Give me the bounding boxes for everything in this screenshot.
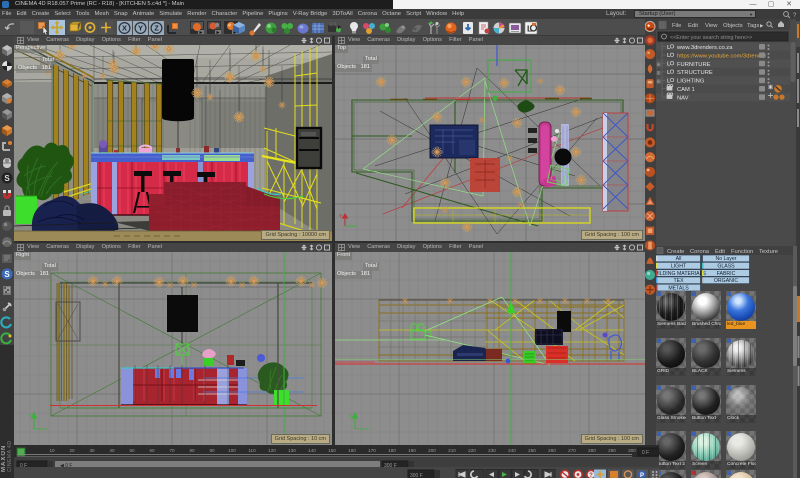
svg-text:Objects: Objects — [723, 23, 743, 29]
svg-text:GLASS: GLASS — [717, 264, 735, 270]
svg-text:210: 210 — [448, 448, 456, 453]
svg-text:150: 150 — [328, 448, 336, 453]
svg-text:Z: Z — [154, 24, 159, 33]
svg-text:LIGHTING: LIGHTING — [677, 79, 705, 85]
svg-text:Tags: Tags — [747, 23, 759, 29]
svg-text:30: 30 — [89, 448, 95, 453]
svg-text:160: 160 — [348, 448, 356, 453]
svg-text:CAM 1: CAM 1 — [677, 87, 695, 93]
svg-text:270: 270 — [568, 448, 576, 453]
svg-text:10: 10 — [49, 448, 55, 453]
svg-text:100: 100 — [228, 448, 236, 453]
svg-text:80: 80 — [189, 448, 195, 453]
svg-text:Edit: Edit — [688, 23, 698, 29]
svg-text:20: 20 — [69, 448, 75, 453]
svg-text:280: 280 — [588, 448, 596, 453]
svg-text:⊞: ⊞ — [657, 70, 661, 76]
svg-text:Edit: Edit — [715, 249, 725, 255]
svg-text:NAV: NAV — [677, 95, 689, 101]
svg-text:120: 120 — [268, 448, 276, 453]
svg-text:0 F: 0 F — [642, 450, 649, 456]
svg-text:Y: Y — [138, 24, 143, 33]
svg-text:300 F: 300 F — [410, 473, 423, 478]
svg-text:All: All — [676, 256, 682, 262]
svg-text:250: 250 — [528, 448, 536, 453]
svg-text:Create: Create — [667, 249, 684, 255]
svg-text:Texture: Texture — [759, 249, 778, 255]
svg-text:LIGHT: LIGHT — [671, 264, 687, 270]
svg-text:File: File — [672, 23, 681, 29]
svg-text:FURNITURE: FURNITURE — [677, 62, 711, 68]
svg-text:▶: ▶ — [760, 23, 764, 28]
svg-text:X: X — [122, 24, 127, 33]
svg-text:290: 290 — [608, 448, 616, 453]
svg-text:⊞: ⊞ — [657, 79, 661, 85]
svg-text:STRUCTURE: STRUCTURE — [677, 70, 713, 76]
svg-text:260: 260 — [548, 448, 556, 453]
svg-text:?: ? — [589, 473, 593, 478]
svg-text:90: 90 — [209, 448, 215, 453]
svg-text:<<Enter your search string her: <<Enter your search string here>> — [670, 35, 752, 41]
svg-text:BUILDING MATERIALS: BUILDING MATERIALS — [656, 271, 707, 277]
svg-text:180: 180 — [388, 448, 396, 453]
svg-text:TEX: TEX — [673, 278, 684, 284]
svg-text:50: 50 — [129, 448, 135, 453]
svg-text:140: 140 — [308, 448, 316, 453]
svg-text:60: 60 — [149, 448, 155, 453]
svg-text:⊞: ⊞ — [657, 62, 661, 68]
svg-text:Function: Function — [731, 249, 753, 255]
svg-text:P: P — [640, 473, 644, 478]
svg-text:FABRIC: FABRIC — [717, 271, 736, 277]
svg-text:300: 300 — [628, 448, 636, 453]
svg-text:220: 220 — [468, 448, 476, 453]
svg-text:Corona: Corona — [690, 249, 710, 255]
svg-text:View: View — [705, 23, 718, 29]
svg-text:ORGANIC: ORGANIC — [714, 278, 738, 284]
svg-text:40: 40 — [109, 448, 115, 453]
svg-text:110: 110 — [248, 448, 256, 453]
svg-text:240: 240 — [508, 448, 516, 453]
svg-text:S: S — [4, 174, 10, 183]
svg-text:200: 200 — [428, 448, 436, 453]
svg-text:130: 130 — [288, 448, 296, 453]
svg-text:https://www.youtube.com/3drend: https://www.youtube.com/3drender — [677, 53, 766, 59]
svg-text:170: 170 — [368, 448, 376, 453]
svg-text:190: 190 — [408, 448, 416, 453]
svg-text:230: 230 — [488, 448, 496, 453]
svg-text:70: 70 — [169, 448, 175, 453]
svg-text:www.3drenders.co.za: www.3drenders.co.za — [676, 45, 733, 51]
svg-text:S: S — [4, 270, 10, 279]
svg-text:No Layer: No Layer — [715, 256, 736, 262]
